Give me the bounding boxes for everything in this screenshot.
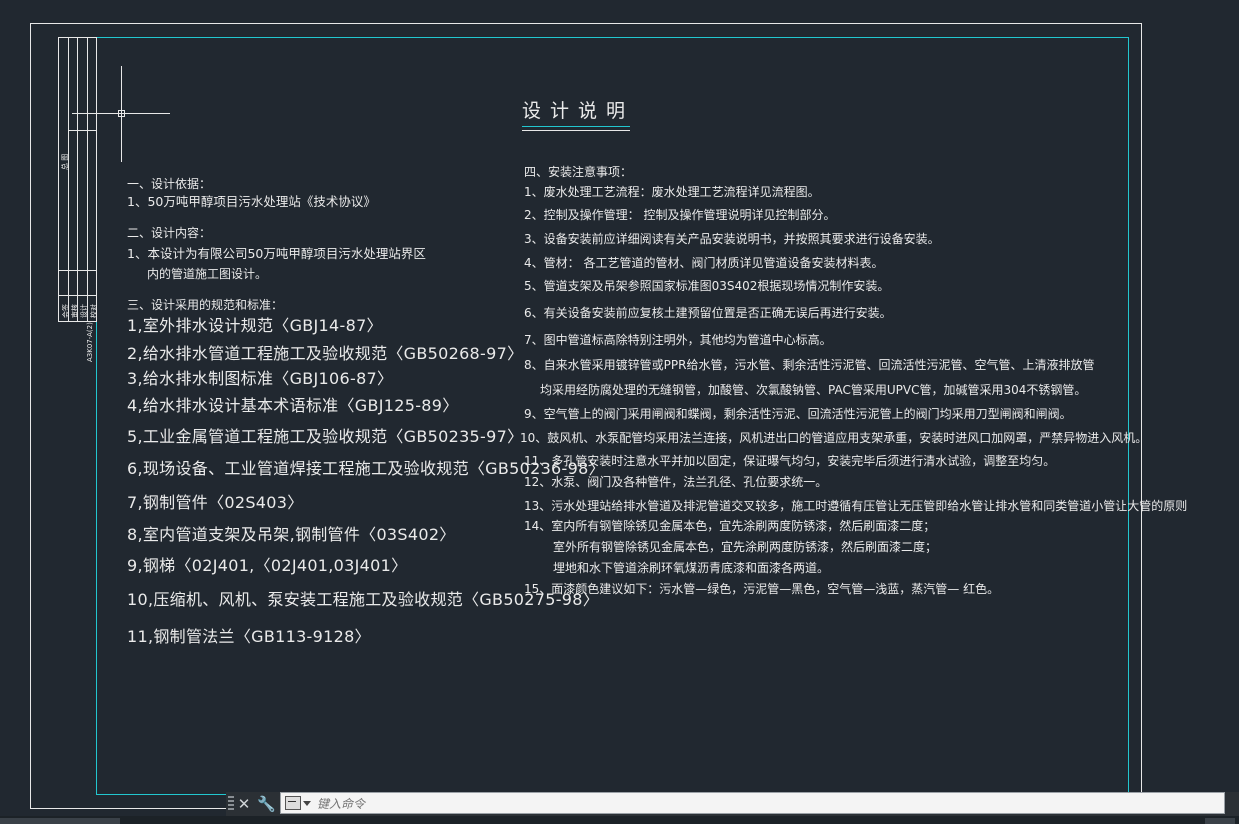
command-line[interactable] bbox=[280, 792, 1225, 814]
status-bar bbox=[0, 816, 1239, 824]
standard-item: 2,给水排水管道工程施工及验收规范〈GB50268-97〉 bbox=[127, 344, 524, 363]
standard-item: 9,钢梯〈02J401,〈02J401,03J401〉 bbox=[127, 556, 408, 575]
note-item: 13、污水处理站给排水管道及排泥管道交叉较多，施工时遵循有压管让无压管即给水管让… bbox=[524, 499, 1188, 513]
section-heading: 四、安装注意事项： bbox=[524, 165, 633, 179]
chevron-down-icon[interactable] bbox=[303, 801, 311, 806]
note-item: 8、自来水管采用镀锌管或PPR给水管，污水管、剩余活性污泥管、回流活性污泥管、空… bbox=[524, 358, 1095, 372]
note-item: 5、管道支架及吊架参照国家标准图03S402根据现场情况制作安装。 bbox=[524, 279, 890, 293]
command-prompt-icon[interactable] bbox=[285, 796, 301, 810]
note-item: 室外所有钢管除锈见金属本色，宜先涂刷两度防锈漆，然后刷面漆二度； bbox=[553, 540, 938, 554]
note-item: 7、图中管道标高除特别注明外，其他均为管道中心标高。 bbox=[524, 333, 832, 347]
note-item: 均采用经防腐处理的无缝钢管，加酸管、次氯酸钠管、PAC管采用UPVC管，加碱管采… bbox=[540, 383, 1087, 397]
text-line: 内的管道施工图设计。 bbox=[147, 267, 268, 281]
note-item: 11、多孔管安装时注意水平并加以固定，保证曝气均匀，安装完毕后须进行清水试验，调… bbox=[524, 454, 1056, 468]
note-item: 2、控制及操作管理： 控制及操作管理说明详见控制部分。 bbox=[524, 208, 836, 222]
note-item: 10、鼓风机、水泵配管均采用法兰连接，风机进出口的管道应用支架承重，安装时进风口… bbox=[520, 431, 1148, 445]
command-input[interactable] bbox=[315, 795, 1219, 813]
stamp-label: 总 图 bbox=[61, 153, 69, 170]
stamp-code: A3K07-A(2) bbox=[86, 322, 94, 362]
standard-item: 7,钢制管件〈02S403〉 bbox=[127, 493, 304, 512]
standard-item: 1,室外排水设计规范〈GBJ14-87〉 bbox=[127, 316, 383, 335]
standard-item: 8,室内管道支架及吊架,钢制管件〈03S402〉 bbox=[127, 525, 456, 544]
section-heading: 二、设计内容： bbox=[127, 226, 212, 240]
note-item: 4、管材： 各工艺管道的管材、阀门材质详见管道设备安装材料表。 bbox=[524, 256, 884, 270]
standard-item: 3,给水排水制图标准〈GBJ106-87〉 bbox=[127, 369, 394, 388]
section-heading: 三、设计采用的规范和标准： bbox=[127, 298, 284, 312]
crosshair-cursor bbox=[72, 66, 170, 162]
text-line: 1、本设计为有限公司50万吨甲醇项目污水处理站界区 bbox=[127, 246, 426, 261]
drawing-title: 设计说明 bbox=[522, 100, 635, 122]
drag-grip-icon[interactable] bbox=[228, 796, 234, 812]
note-item: 12、水泵、阀门及各种管件，法兰孔径、孔位要求统一。 bbox=[524, 475, 828, 489]
stamp-table bbox=[58, 37, 97, 322]
section-heading: 一、设计依据： bbox=[127, 177, 212, 191]
note-item: 6、有关设备安装前应复核土建预留位置是否正确无误后再进行安装。 bbox=[524, 306, 892, 320]
standard-item: 11,钢制管法兰〈GB113-9128〉 bbox=[127, 627, 371, 646]
stamp-label: 校对 bbox=[90, 304, 98, 318]
text-line: 1、50万吨甲醇项目污水处理站《技术协议》 bbox=[127, 194, 376, 209]
stamp-label: 设计 bbox=[80, 304, 88, 318]
note-item: 埋地和水下管道涂刷环氧煤沥青底漆和面漆各两道。 bbox=[553, 561, 830, 575]
note-item: 15、面漆颜色建议如下：污水管—绿色，污泥管—黑色，空气管—浅蓝，蒸汽管— 红色… bbox=[524, 582, 1000, 596]
note-item: 9、空气管上的阀门采用闸阀和蝶阀，剩余活性污泥、回流活性污泥管上的阀门均采用刀型… bbox=[524, 407, 1072, 421]
wrench-icon[interactable]: 🔧 bbox=[257, 794, 276, 814]
status-segment bbox=[0, 818, 120, 824]
note-item: 14、室内所有钢管除锈见金属本色，宜先涂刷两度防锈漆，然后刷面漆二度； bbox=[524, 519, 936, 533]
standard-item: 4,给水排水设计基本术语标准〈GBJ125-89〉 bbox=[127, 396, 459, 415]
note-item: 3、设备安装前应详细阅读有关产品安装说明书，并按照其要求进行设备安装。 bbox=[524, 232, 940, 246]
status-segment bbox=[1205, 818, 1235, 824]
close-icon[interactable]: ✕ bbox=[235, 794, 253, 814]
standard-item: 5,工业金属管道工程施工及验收规范〈GB50235-97〉 bbox=[127, 427, 524, 446]
note-item: 1、废水处理工艺流程：废水处理工艺流程详见流程图。 bbox=[524, 185, 820, 199]
